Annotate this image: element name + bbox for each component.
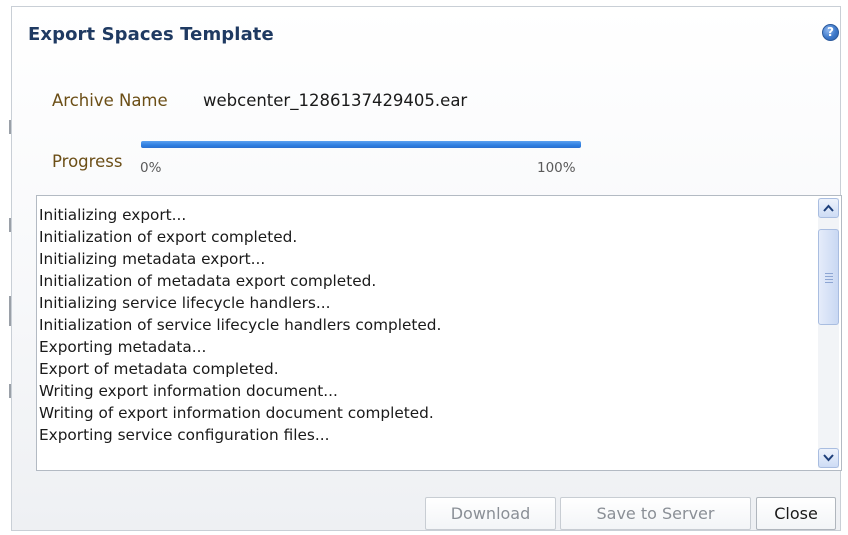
close-button[interactable]: Close xyxy=(756,497,836,530)
dialog-title: Export Spaces Template xyxy=(28,24,274,45)
progress-bar xyxy=(141,141,581,148)
progress-label: Progress xyxy=(52,152,123,171)
log-line: Initialization of service lifecycle hand… xyxy=(39,316,442,334)
archive-name-label: Archive Name xyxy=(52,91,168,110)
log-line: Writing export information document... xyxy=(39,382,338,400)
log-line: Writing of export information document c… xyxy=(39,404,434,422)
export-dialog: Export Spaces Template ? Archive Name we… xyxy=(11,6,842,531)
log-line: Initialization of metadata export comple… xyxy=(39,272,377,290)
background-window-edge xyxy=(0,0,11,535)
scrollbar-thumb[interactable] xyxy=(818,229,839,325)
log-line: Initialization of export completed. xyxy=(39,228,298,246)
export-log[interactable]: Initializing export... Initialization of … xyxy=(36,195,842,471)
log-line: Exporting service configuration files... xyxy=(39,426,330,444)
page: Export Spaces Template ? Archive Name we… xyxy=(0,0,848,535)
progress-bar-fill xyxy=(141,141,581,148)
grip-icon xyxy=(825,273,833,285)
progress-max-label: 100% xyxy=(537,160,576,176)
scroll-up-button[interactable] xyxy=(818,198,839,218)
scroll-down-button[interactable] xyxy=(818,448,839,468)
archive-name-value: webcenter_1286137429405.ear xyxy=(203,91,468,110)
chevron-up-icon xyxy=(823,204,834,212)
log-scrollbar[interactable] xyxy=(818,198,839,468)
save-to-server-button[interactable]: Save to Server xyxy=(560,497,751,530)
log-line: Export of metadata completed. xyxy=(39,360,279,378)
log-line: Initializing service lifecycle handlers.… xyxy=(39,294,331,312)
chevron-down-icon xyxy=(823,454,834,462)
progress-min-label: 0% xyxy=(140,160,162,176)
log-line: Initializing export... xyxy=(39,206,187,224)
export-log-lines: Initializing export... Initialization of … xyxy=(39,204,809,446)
log-line: Exporting metadata... xyxy=(39,338,207,356)
log-line: Initializing metadata export... xyxy=(39,250,266,268)
download-button[interactable]: Download xyxy=(425,497,556,530)
help-icon[interactable]: ? xyxy=(822,24,839,41)
